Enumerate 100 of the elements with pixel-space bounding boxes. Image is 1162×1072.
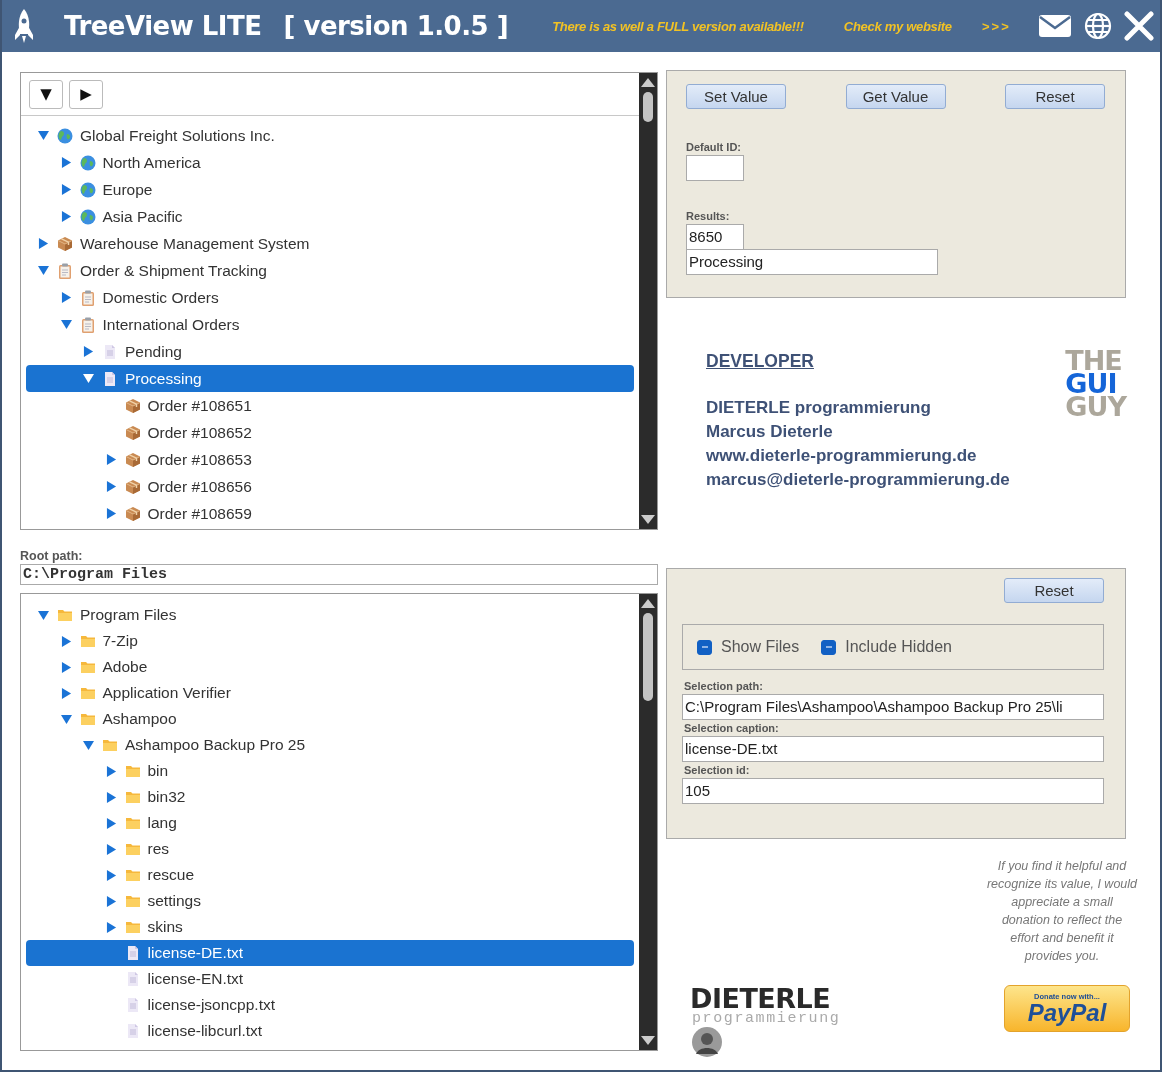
- tree-item[interactable]: Order #108653: [26, 446, 634, 473]
- tree-item[interactable]: Asia Pacific: [26, 203, 634, 230]
- caret-icon[interactable]: [105, 921, 117, 933]
- caret-icon[interactable]: [83, 739, 94, 751]
- tree-item[interactable]: International Orders: [26, 311, 634, 338]
- scrollbar[interactable]: [639, 73, 657, 529]
- tree-item[interactable]: Adobe: [26, 654, 634, 680]
- tree-item[interactable]: Program Files: [26, 602, 634, 628]
- caret-icon[interactable]: [38, 238, 49, 249]
- root-path-field[interactable]: C:\Program Files: [20, 564, 658, 585]
- caret-icon[interactable]: [83, 373, 94, 384]
- scroll-down-icon[interactable]: [641, 515, 655, 524]
- folder-icon: [124, 919, 141, 935]
- mail-icon[interactable]: [1038, 14, 1072, 38]
- field-label: Selection path:: [684, 680, 763, 692]
- tree-item[interactable]: license-libcurl.txt: [26, 1018, 634, 1044]
- folder-icon: [124, 763, 141, 779]
- tree-item[interactable]: rescue: [26, 862, 634, 888]
- caret-icon[interactable]: [105, 869, 117, 881]
- caret-icon[interactable]: [60, 661, 72, 673]
- globe-icon: [79, 181, 96, 198]
- tree-item[interactable]: Europe: [26, 176, 634, 203]
- result-caption-field[interactable]: Processing: [686, 249, 938, 275]
- tree-item[interactable]: settings: [26, 888, 634, 914]
- document-icon: [102, 343, 118, 360]
- input-field[interactable]: [686, 155, 744, 181]
- caret-icon[interactable]: [60, 184, 72, 195]
- input-field[interactable]: license-DE.txt: [682, 736, 1104, 762]
- tree-item[interactable]: Pending: [26, 338, 634, 365]
- tree-item[interactable]: lang: [26, 810, 634, 836]
- rocket-icon: [12, 8, 36, 44]
- tree-item[interactable]: Order & Shipment Tracking: [26, 257, 634, 284]
- clipboard-icon: [57, 262, 73, 279]
- scrollbar[interactable]: [639, 594, 657, 1050]
- caret-icon[interactable]: [60, 687, 72, 699]
- scroll-up-icon[interactable]: [641, 78, 655, 87]
- default-id-label: Default ID:: [686, 141, 741, 153]
- close-icon[interactable]: [1124, 11, 1154, 41]
- caret-icon[interactable]: [38, 609, 49, 621]
- caret-icon[interactable]: [60, 292, 72, 303]
- scroll-down-icon[interactable]: [641, 1036, 655, 1045]
- expand-all-button[interactable]: ▼: [29, 79, 63, 109]
- caret-icon[interactable]: [60, 211, 72, 222]
- scroll-up-icon[interactable]: [641, 599, 655, 608]
- caret-icon[interactable]: [105, 481, 117, 492]
- result-id-field[interactable]: 8650: [686, 224, 744, 250]
- tree-item[interactable]: Application Verifier: [26, 680, 634, 706]
- set-value-button[interactable]: Set Value: [686, 84, 786, 109]
- reset-button[interactable]: Reset: [1005, 84, 1105, 109]
- checkbox[interactable]: Include Hidden: [821, 638, 952, 656]
- collapse-all-button[interactable]: ▶: [69, 79, 103, 109]
- tree-item[interactable]: Domestic Orders: [26, 284, 634, 311]
- get-value-button[interactable]: Get Value: [845, 84, 946, 109]
- caret-icon[interactable]: [60, 635, 72, 647]
- checkbox[interactable]: Show Files: [697, 638, 800, 656]
- caret-icon[interactable]: [60, 713, 72, 725]
- caret-icon[interactable]: [38, 130, 49, 141]
- tree-item[interactable]: Order #108651: [26, 392, 634, 419]
- globe-icon[interactable]: [1084, 12, 1112, 40]
- folder-icon: [124, 815, 141, 831]
- folder-icon: [124, 789, 141, 805]
- developer-heading[interactable]: DEVELOPER: [706, 351, 814, 372]
- caret-icon[interactable]: [105, 765, 117, 777]
- caret-icon[interactable]: [105, 454, 117, 465]
- tree-item[interactable]: Processing: [26, 365, 634, 392]
- tree-item[interactable]: license-EN.txt: [26, 966, 634, 992]
- scrollbar-thumb[interactable]: [643, 92, 653, 122]
- tree-item[interactable]: Warehouse Management System: [26, 230, 634, 257]
- input-field[interactable]: C:\Program Files\Ashampoo\Ashampoo Backup Pro 25\li: [682, 694, 1104, 720]
- tree-item[interactable]: Order #108656: [26, 473, 634, 500]
- caret-icon[interactable]: [105, 791, 117, 803]
- tree-item[interactable]: North America: [26, 149, 634, 176]
- tree-item[interactable]: license-jsoncpp.txt: [26, 992, 634, 1018]
- tree-item[interactable]: Ashampoo Backup Pro 25: [26, 732, 634, 758]
- input-field[interactable]: 105: [682, 778, 1104, 804]
- tree-item[interactable]: skins: [26, 914, 634, 940]
- caret-icon[interactable]: [38, 265, 49, 276]
- tree-item[interactable]: bin: [26, 758, 634, 784]
- tree-item[interactable]: bin32: [26, 784, 634, 810]
- tree-item[interactable]: license-DE.txt: [26, 940, 634, 966]
- caret-icon[interactable]: [83, 346, 94, 357]
- field-label: Selection caption:: [684, 722, 779, 734]
- caret-icon[interactable]: [105, 843, 117, 855]
- caret-icon[interactable]: [105, 895, 117, 907]
- document-icon: [102, 370, 118, 387]
- reset-button[interactable]: Reset: [1004, 578, 1104, 603]
- tree-item[interactable]: res: [26, 836, 634, 862]
- tree-item[interactable]: Global Freight Solutions Inc.: [26, 122, 634, 149]
- tree-item[interactable]: Order #108652: [26, 419, 634, 446]
- tree-item[interactable]: Order #108659: [26, 500, 634, 527]
- folder-icon: [79, 711, 96, 727]
- clipboard-icon: [79, 316, 96, 333]
- caret-icon[interactable]: [105, 508, 117, 519]
- caret-icon[interactable]: [60, 319, 72, 330]
- scrollbar-thumb[interactable]: [643, 613, 653, 701]
- tree-item[interactable]: 7-Zip: [26, 628, 634, 654]
- caret-icon[interactable]: [105, 817, 117, 829]
- developer-info: Marcus Dieterle: [706, 421, 833, 443]
- caret-icon[interactable]: [60, 157, 72, 168]
- tree-item[interactable]: Ashampoo: [26, 706, 634, 732]
